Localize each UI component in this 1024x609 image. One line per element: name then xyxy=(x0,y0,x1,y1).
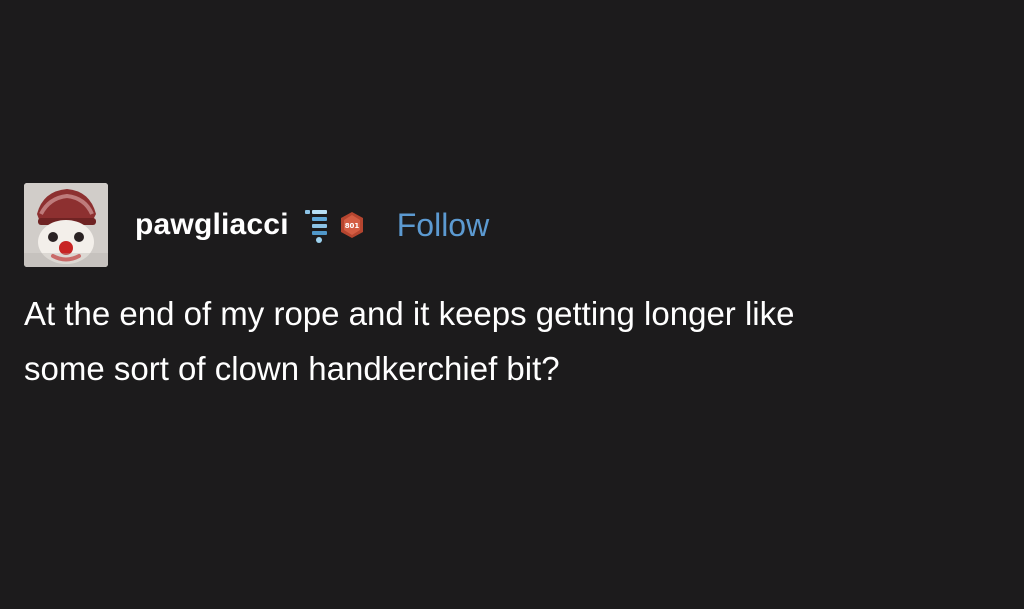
tumblr-post: pawgliacci 801 Follow At the end of my r… xyxy=(24,183,1004,396)
clown-avatar-icon xyxy=(24,183,108,267)
screenshot-frame: pawgliacci 801 Follow At the end of my r… xyxy=(0,0,1024,609)
hexagon-badge-icon: 801 xyxy=(340,212,363,238)
hex-badge-label: 801 xyxy=(344,222,359,230)
follow-button[interactable]: Follow xyxy=(397,207,489,244)
avatar[interactable] xyxy=(24,183,108,267)
post-header: pawgliacci 801 Follow xyxy=(24,183,1004,267)
post-body: At the end of my rope and it keeps getti… xyxy=(24,286,1014,396)
post-text-line-1: At the end of my rope and it keeps getti… xyxy=(24,295,795,332)
stacked-blue-badge-icon xyxy=(304,210,327,243)
post-text-line-2: some sort of clown handkerchief bit? xyxy=(24,350,560,387)
username[interactable]: pawgliacci xyxy=(135,208,289,242)
